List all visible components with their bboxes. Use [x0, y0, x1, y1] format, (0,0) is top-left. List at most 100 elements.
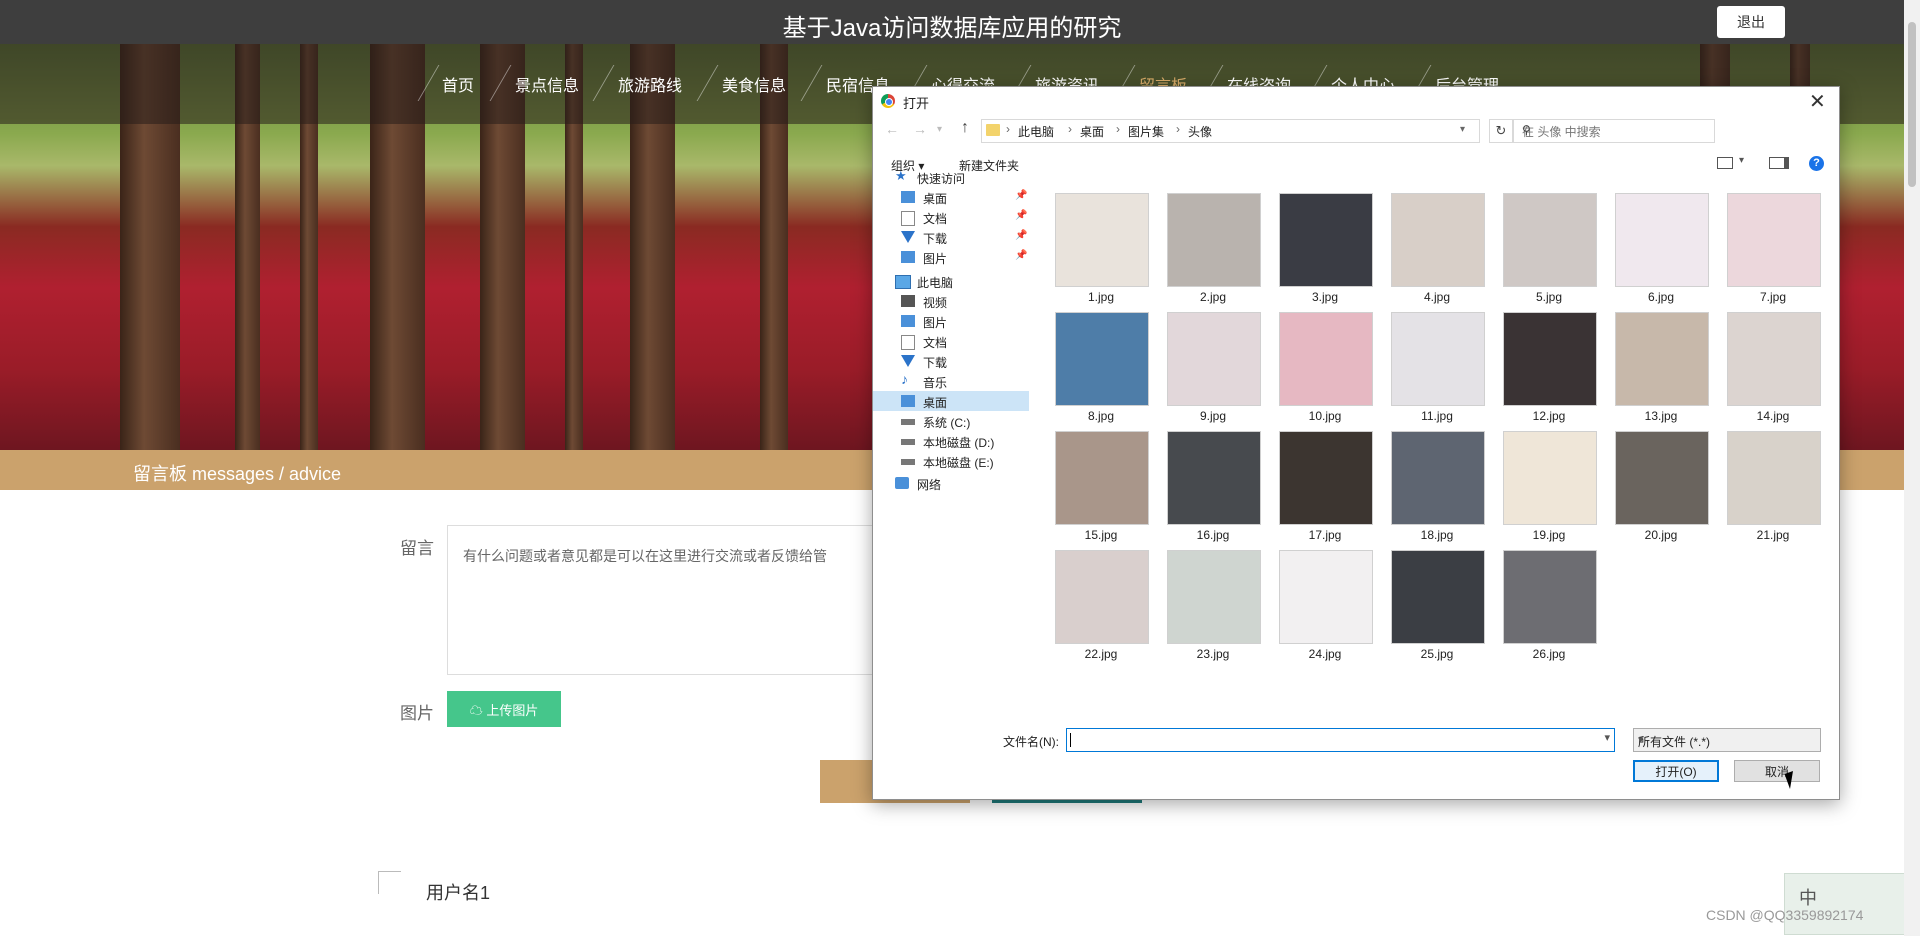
sidebar-item-pictures[interactable]: 图片 📌: [873, 247, 1029, 267]
file-thumbnail[interactable]: 21.jpg: [1727, 431, 1821, 542]
breadcrumb-picture-set[interactable]: 图片集: [1128, 123, 1164, 140]
cancel-button[interactable]: 取消: [1734, 760, 1820, 782]
image-thumbnail: [1055, 431, 1149, 525]
sidebar-item-drive[interactable]: 系统 (C:): [873, 411, 1029, 431]
message-textarea[interactable]: 有什么问题或者意见都是可以在这里进行交流或者反馈给管: [447, 525, 919, 675]
file-thumbnail[interactable]: 4.jpg: [1391, 193, 1485, 304]
top-bar: 基于Java访问数据库应用的研究 退出: [0, 0, 1904, 44]
sidebar-quick-access[interactable]: ★ 快速访问: [873, 167, 1029, 187]
logout-button[interactable]: 退出: [1717, 6, 1785, 38]
address-bar[interactable]: › 此电脑 › 桌面 › 图片集 › 头像 ▾: [981, 119, 1480, 143]
file-thumbnail[interactable]: 12.jpg: [1503, 312, 1597, 423]
sidebar-network[interactable]: 网络: [873, 473, 1029, 493]
upload-image-button[interactable]: ☁ 上传图片: [447, 691, 561, 727]
sidebar-item-desktop[interactable]: 桌面 📌: [873, 187, 1029, 207]
sidebar-item-documents[interactable]: 文档: [873, 331, 1029, 351]
sidebar-item-drive[interactable]: 本地磁盘 (E:): [873, 451, 1029, 471]
scrollbar-thumb[interactable]: [1908, 22, 1916, 187]
nav-item-food[interactable]: 美食信息: [722, 72, 786, 96]
file-thumbnail[interactable]: 9.jpg: [1167, 312, 1261, 423]
ime-toolbar[interactable]: 中: [1784, 873, 1916, 935]
filename-input[interactable]: ▾: [1066, 728, 1615, 752]
forward-arrow-icon[interactable]: →: [913, 121, 927, 137]
close-icon[interactable]: ✕: [1809, 89, 1826, 114]
sidebar-item-download[interactable]: 下载: [873, 351, 1029, 371]
file-name: 25.jpg: [1420, 647, 1454, 661]
chevron-down-icon: ▾: [1638, 734, 1644, 746]
file-name: 20.jpg: [1644, 528, 1678, 542]
nav-item-routes[interactable]: 旅游路线: [618, 72, 682, 96]
image-thumbnail: [1279, 550, 1373, 644]
file-thumbnail[interactable]: 18.jpg: [1391, 431, 1485, 542]
desktop-icon: [901, 191, 915, 203]
sidebar-item-music[interactable]: ♪ 音乐: [873, 371, 1029, 391]
image-thumbnail: [1503, 312, 1597, 406]
file-thumbnail[interactable]: 1.jpg: [1055, 193, 1149, 304]
image-thumbnail: [1391, 193, 1485, 287]
pin-icon: 📌: [1015, 230, 1028, 241]
image-thumbnail: [1615, 193, 1709, 287]
sidebar-this-pc[interactable]: 此电脑: [873, 271, 1029, 291]
file-thumbnail[interactable]: 7.jpg: [1727, 193, 1821, 304]
refresh-icon[interactable]: ↻: [1489, 119, 1513, 143]
nav-item-attractions[interactable]: 景点信息: [515, 72, 579, 96]
file-thumbnail[interactable]: 26.jpg: [1503, 550, 1597, 661]
recent-locations-icon[interactable]: ▾: [937, 124, 942, 135]
file-thumbnail[interactable]: 3.jpg: [1279, 193, 1373, 304]
breadcrumb-this-pc[interactable]: 此电脑: [1018, 123, 1054, 140]
page-scrollbar[interactable]: [1904, 0, 1920, 936]
pin-icon: 📌: [1015, 210, 1028, 221]
file-thumbnail[interactable]: 23.jpg: [1167, 550, 1261, 661]
dialog-title: 打开: [903, 96, 930, 111]
file-thumbnail[interactable]: 20.jpg: [1615, 431, 1709, 542]
watermark: CSDN @QQ3359892174: [1706, 907, 1864, 923]
back-arrow-icon[interactable]: ←: [885, 121, 899, 137]
cloud-upload-icon: ☁: [469, 702, 483, 718]
breadcrumb-avatar[interactable]: 头像: [1188, 123, 1212, 140]
file-thumbnail[interactable]: 2.jpg: [1167, 193, 1261, 304]
sidebar-item-label: 图片: [923, 252, 948, 266]
chevron-down-icon[interactable]: ▾: [1739, 155, 1744, 166]
file-name: 23.jpg: [1196, 647, 1230, 661]
open-button[interactable]: 打开(O): [1633, 760, 1719, 782]
chevron-right-icon: ›: [1176, 122, 1180, 136]
sidebar-item-pictures[interactable]: 图片: [873, 311, 1029, 331]
file-thumbnail[interactable]: 6.jpg: [1615, 193, 1709, 304]
chevron-down-icon[interactable]: ▾: [1604, 731, 1610, 744]
file-thumbnail[interactable]: 8.jpg: [1055, 312, 1149, 423]
pin-icon: 📌: [1015, 190, 1028, 201]
view-mode-icon[interactable]: [1717, 157, 1733, 169]
network-icon: [895, 477, 909, 489]
file-thumbnail[interactable]: 13.jpg: [1615, 312, 1709, 423]
site-title: 基于Java访问数据库应用的研究: [782, 15, 1122, 42]
file-thumbnail[interactable]: 16.jpg: [1167, 431, 1261, 542]
sidebar-item-desktop[interactable]: 桌面: [873, 391, 1029, 411]
sidebar-item-drive[interactable]: 本地磁盘 (D:): [873, 431, 1029, 451]
file-type-select[interactable]: 所有文件 (*.*) ▾: [1633, 728, 1821, 752]
file-thumbnail[interactable]: 11.jpg: [1391, 312, 1485, 423]
documents-icon: [901, 335, 915, 350]
chevron-right-icon: ›: [1116, 122, 1120, 136]
search-input[interactable]: 在 头像 中搜索 ⚲: [1513, 119, 1715, 143]
preview-pane-icon[interactable]: [1769, 157, 1789, 169]
image-thumbnail: [1279, 312, 1373, 406]
sidebar-item-documents[interactable]: 文档 📌: [873, 207, 1029, 227]
file-thumbnail[interactable]: 5.jpg: [1503, 193, 1597, 304]
file-thumbnail[interactable]: 25.jpg: [1391, 550, 1485, 661]
file-thumbnail[interactable]: 17.jpg: [1279, 431, 1373, 542]
up-arrow-icon[interactable]: ↑: [961, 119, 969, 137]
avatar: [378, 871, 401, 894]
sidebar-item-download[interactable]: 下载 📌: [873, 227, 1029, 247]
file-thumbnail[interactable]: 19.jpg: [1503, 431, 1597, 542]
file-thumbnail[interactable]: 24.jpg: [1279, 550, 1373, 661]
file-thumbnail[interactable]: 14.jpg: [1727, 312, 1821, 423]
sidebar-item-video[interactable]: 视频: [873, 291, 1029, 311]
file-thumbnail[interactable]: 15.jpg: [1055, 431, 1149, 542]
file-thumbnail[interactable]: 10.jpg: [1279, 312, 1373, 423]
nav-item-home[interactable]: 首页: [442, 72, 474, 96]
help-icon[interactable]: ?: [1809, 156, 1824, 171]
file-thumbnail[interactable]: 22.jpg: [1055, 550, 1149, 661]
breadcrumb-desktop[interactable]: 桌面: [1080, 123, 1104, 140]
file-name: 3.jpg: [1311, 290, 1339, 304]
chevron-down-icon[interactable]: ▾: [1460, 124, 1465, 135]
